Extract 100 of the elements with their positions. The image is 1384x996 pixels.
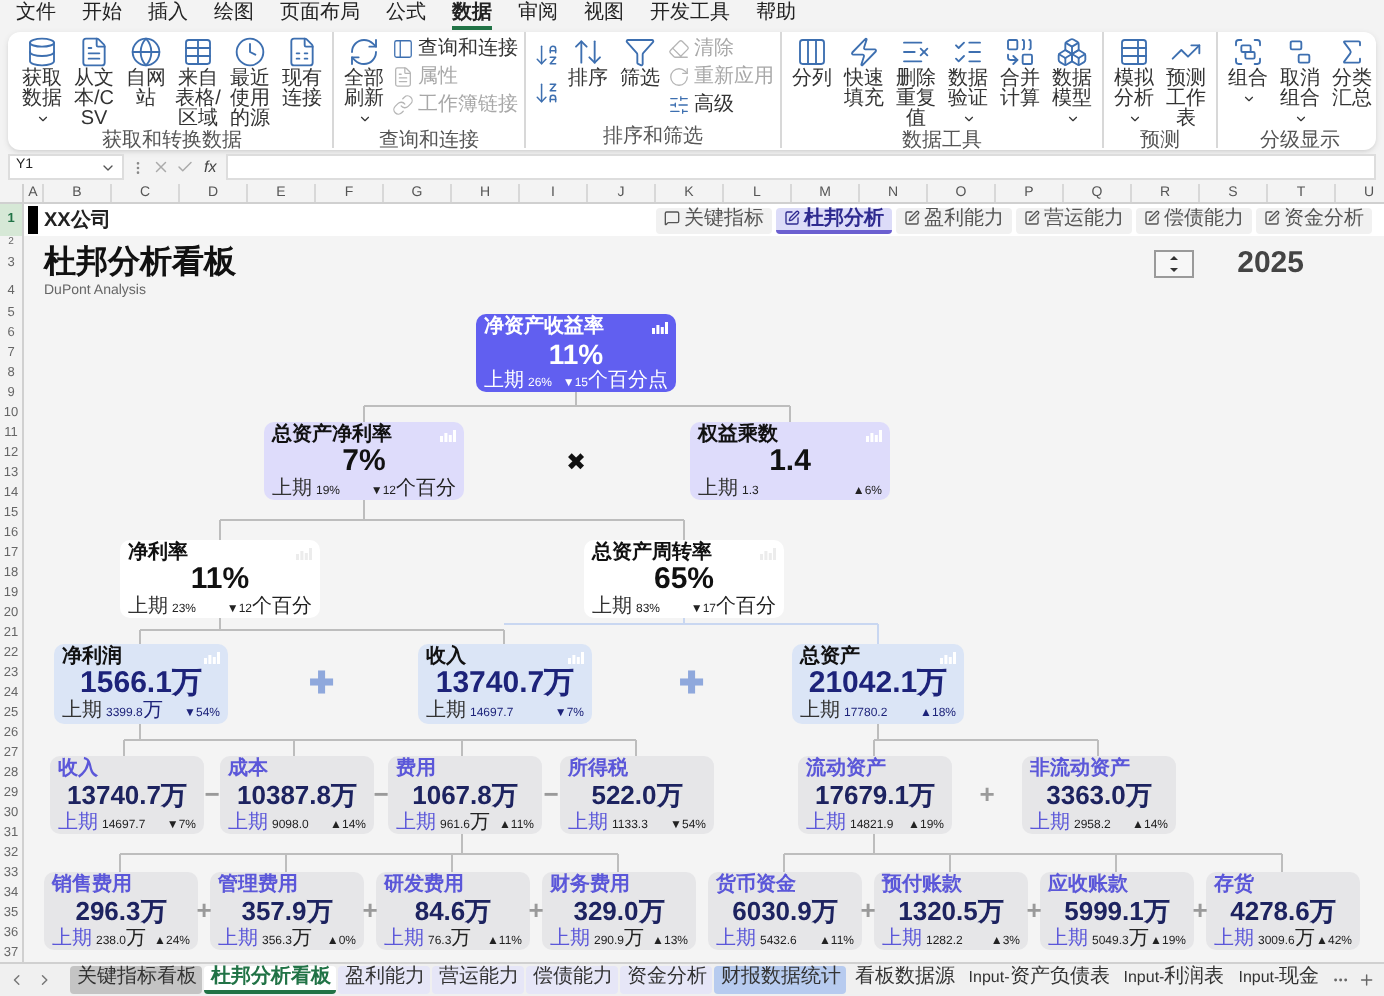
bar-chart-icon (568, 651, 584, 663)
card-title: 流动资产 (806, 758, 886, 780)
menu-tab[interactable]: 视图 (584, 1, 624, 29)
prior-label: 上期 (426, 700, 466, 722)
ribbon-button[interactable]: 高级 (668, 92, 774, 118)
sheet-tab[interactable]: Input-现金 (1232, 966, 1326, 994)
sheet-tab[interactable]: Input-资产负债表 (962, 966, 1116, 994)
operator-sign: ✖ (566, 450, 586, 474)
card-value: 84.6万 (414, 896, 492, 927)
nav-button[interactable]: 偿债能力 (1136, 207, 1252, 233)
filter-icon (624, 36, 656, 68)
menu-tab[interactable]: 审阅 (518, 1, 558, 29)
nav-button[interactable]: 资金分析 (1256, 207, 1372, 233)
card-title: 预付账款 (882, 874, 962, 896)
group-label: 分级显示 (1258, 130, 1342, 152)
boxes-icon (1056, 36, 1088, 68)
ribbon-button[interactable]: 从文本/CSV (70, 36, 118, 130)
sheet-tab[interactable]: 杜邦分析看板 (204, 966, 337, 994)
ribbon-button[interactable]: 自网站 (122, 36, 170, 130)
spreadsheet-icon (286, 36, 318, 68)
nav-button[interactable]: 盈利能力 (896, 207, 1012, 233)
menu-tab[interactable]: 开始 (82, 1, 122, 29)
combine-icon (1004, 36, 1036, 68)
formula-input[interactable] (226, 154, 1376, 180)
spinner-control[interactable] (1153, 250, 1194, 278)
ribbon-button[interactable]: 排序 (564, 36, 612, 126)
menu-tab[interactable]: 文件 (16, 1, 56, 29)
prior-label: 上期 (128, 596, 168, 618)
sheet-tab[interactable]: 关键指标看板 (70, 966, 203, 994)
prior-label: 上期 (228, 812, 268, 834)
ribbon-button[interactable]: 预测工作表 (1162, 36, 1210, 130)
nav-button[interactable]: 杜邦分析 (776, 207, 892, 233)
card-value: 3363.0万 (1046, 780, 1152, 811)
operator-sign: − (543, 781, 559, 807)
card-title: 收入 (58, 758, 98, 780)
ribbon-button[interactable]: 删除重复值 (892, 36, 940, 130)
list-remove-icon (900, 36, 932, 68)
add-sheet-icon[interactable] (1358, 970, 1376, 990)
sheet-tab[interactable]: 财报数据统计 (714, 966, 847, 994)
edit-icon (784, 210, 800, 226)
operator-sign: ✚ (309, 669, 335, 699)
bar-chart-icon (940, 651, 956, 663)
card-value: 17679.1万 (815, 780, 935, 811)
ribbon-button[interactable]: 组合 (1224, 36, 1272, 130)
ribbon-button[interactable]: 分列 (788, 36, 836, 130)
ribbon-button[interactable]: 查询和连接 (392, 36, 518, 62)
ribbon-button[interactable]: 分类汇总 (1328, 36, 1376, 130)
ribbon-button[interactable]: 模拟分析 (1110, 36, 1158, 130)
nav-button[interactable]: 营运能力 (1016, 207, 1132, 233)
menu-tab[interactable]: 开发工具 (650, 1, 730, 29)
ribbon-button[interactable]: 获取数据 (18, 36, 66, 130)
ribbon-button[interactable]: 筛选 (616, 36, 664, 126)
function-button[interactable]: fx (200, 155, 221, 179)
card-title: 权益乘数 (698, 424, 778, 446)
ribbon-button[interactable]: 现有连接 (278, 36, 326, 130)
card-value: 5999.1万 (1064, 896, 1170, 927)
ribbon-button[interactable]: 合并计算 (996, 36, 1044, 130)
group-label: 排序和筛选 (601, 126, 705, 148)
sheet-tab[interactable]: 盈利能力 (338, 966, 431, 994)
edit-icon (904, 210, 920, 226)
menu-tab[interactable]: 帮助 (756, 1, 796, 29)
card-title: 费用 (396, 758, 436, 780)
ribbon-button[interactable]: 全部刷新 (340, 36, 388, 130)
eraser-icon (668, 38, 690, 60)
nav-button[interactable]: 关键指标 (656, 207, 772, 233)
card-value: 522.0万 (591, 780, 683, 811)
edit-icon (1024, 210, 1040, 226)
operator-sign: + (196, 897, 212, 923)
card-value: 1.4 (769, 446, 811, 478)
ribbon-button[interactable]: 快速填充 (840, 36, 888, 130)
sort-ascending-icon (533, 41, 559, 67)
card-title: 应收账款 (1048, 874, 1128, 896)
sheet-tab[interactable]: 资金分析 (620, 966, 713, 994)
menu-tab[interactable]: 绘图 (214, 1, 254, 29)
sheet-tab[interactable]: 看板数据源 (848, 966, 961, 994)
card-title: 净利润 (62, 646, 122, 668)
ribbon-button[interactable]: 取消组合 (1276, 36, 1324, 130)
document-icon (78, 36, 110, 68)
prior-label: 上期 (58, 812, 98, 834)
sort-icon (572, 36, 604, 68)
card-value: 4278.6万 (1230, 896, 1336, 927)
menu-tab[interactable]: 页面布局 (280, 1, 360, 29)
menu-tab[interactable]: 公式 (386, 1, 426, 29)
ribbon-button[interactable]: 最近使用的源 (226, 36, 274, 130)
prior-label: 上期 (1030, 812, 1070, 834)
group-icon (1232, 36, 1264, 68)
ribbon-button[interactable]: 数据模型 (1048, 36, 1096, 130)
card-value: 13740.7万 (435, 668, 575, 700)
sheet-tab[interactable]: Input-利润表 (1117, 966, 1231, 994)
card-value: 13740.7万 (67, 780, 187, 811)
card-title: 收入 (426, 646, 466, 668)
operator-sign: + (362, 897, 378, 923)
ribbon-button[interactable]: 数据验证 (944, 36, 992, 130)
menu-tab[interactable]: 插入 (148, 1, 188, 29)
sheet-tab[interactable]: 偿债能力 (526, 966, 619, 994)
link-icon (392, 94, 414, 116)
clock-icon (234, 36, 266, 68)
card-title: 研发费用 (384, 874, 464, 896)
ribbon-button[interactable]: 来自表格/区域 (174, 36, 222, 130)
sheet-tab[interactable]: 营运能力 (432, 966, 525, 994)
